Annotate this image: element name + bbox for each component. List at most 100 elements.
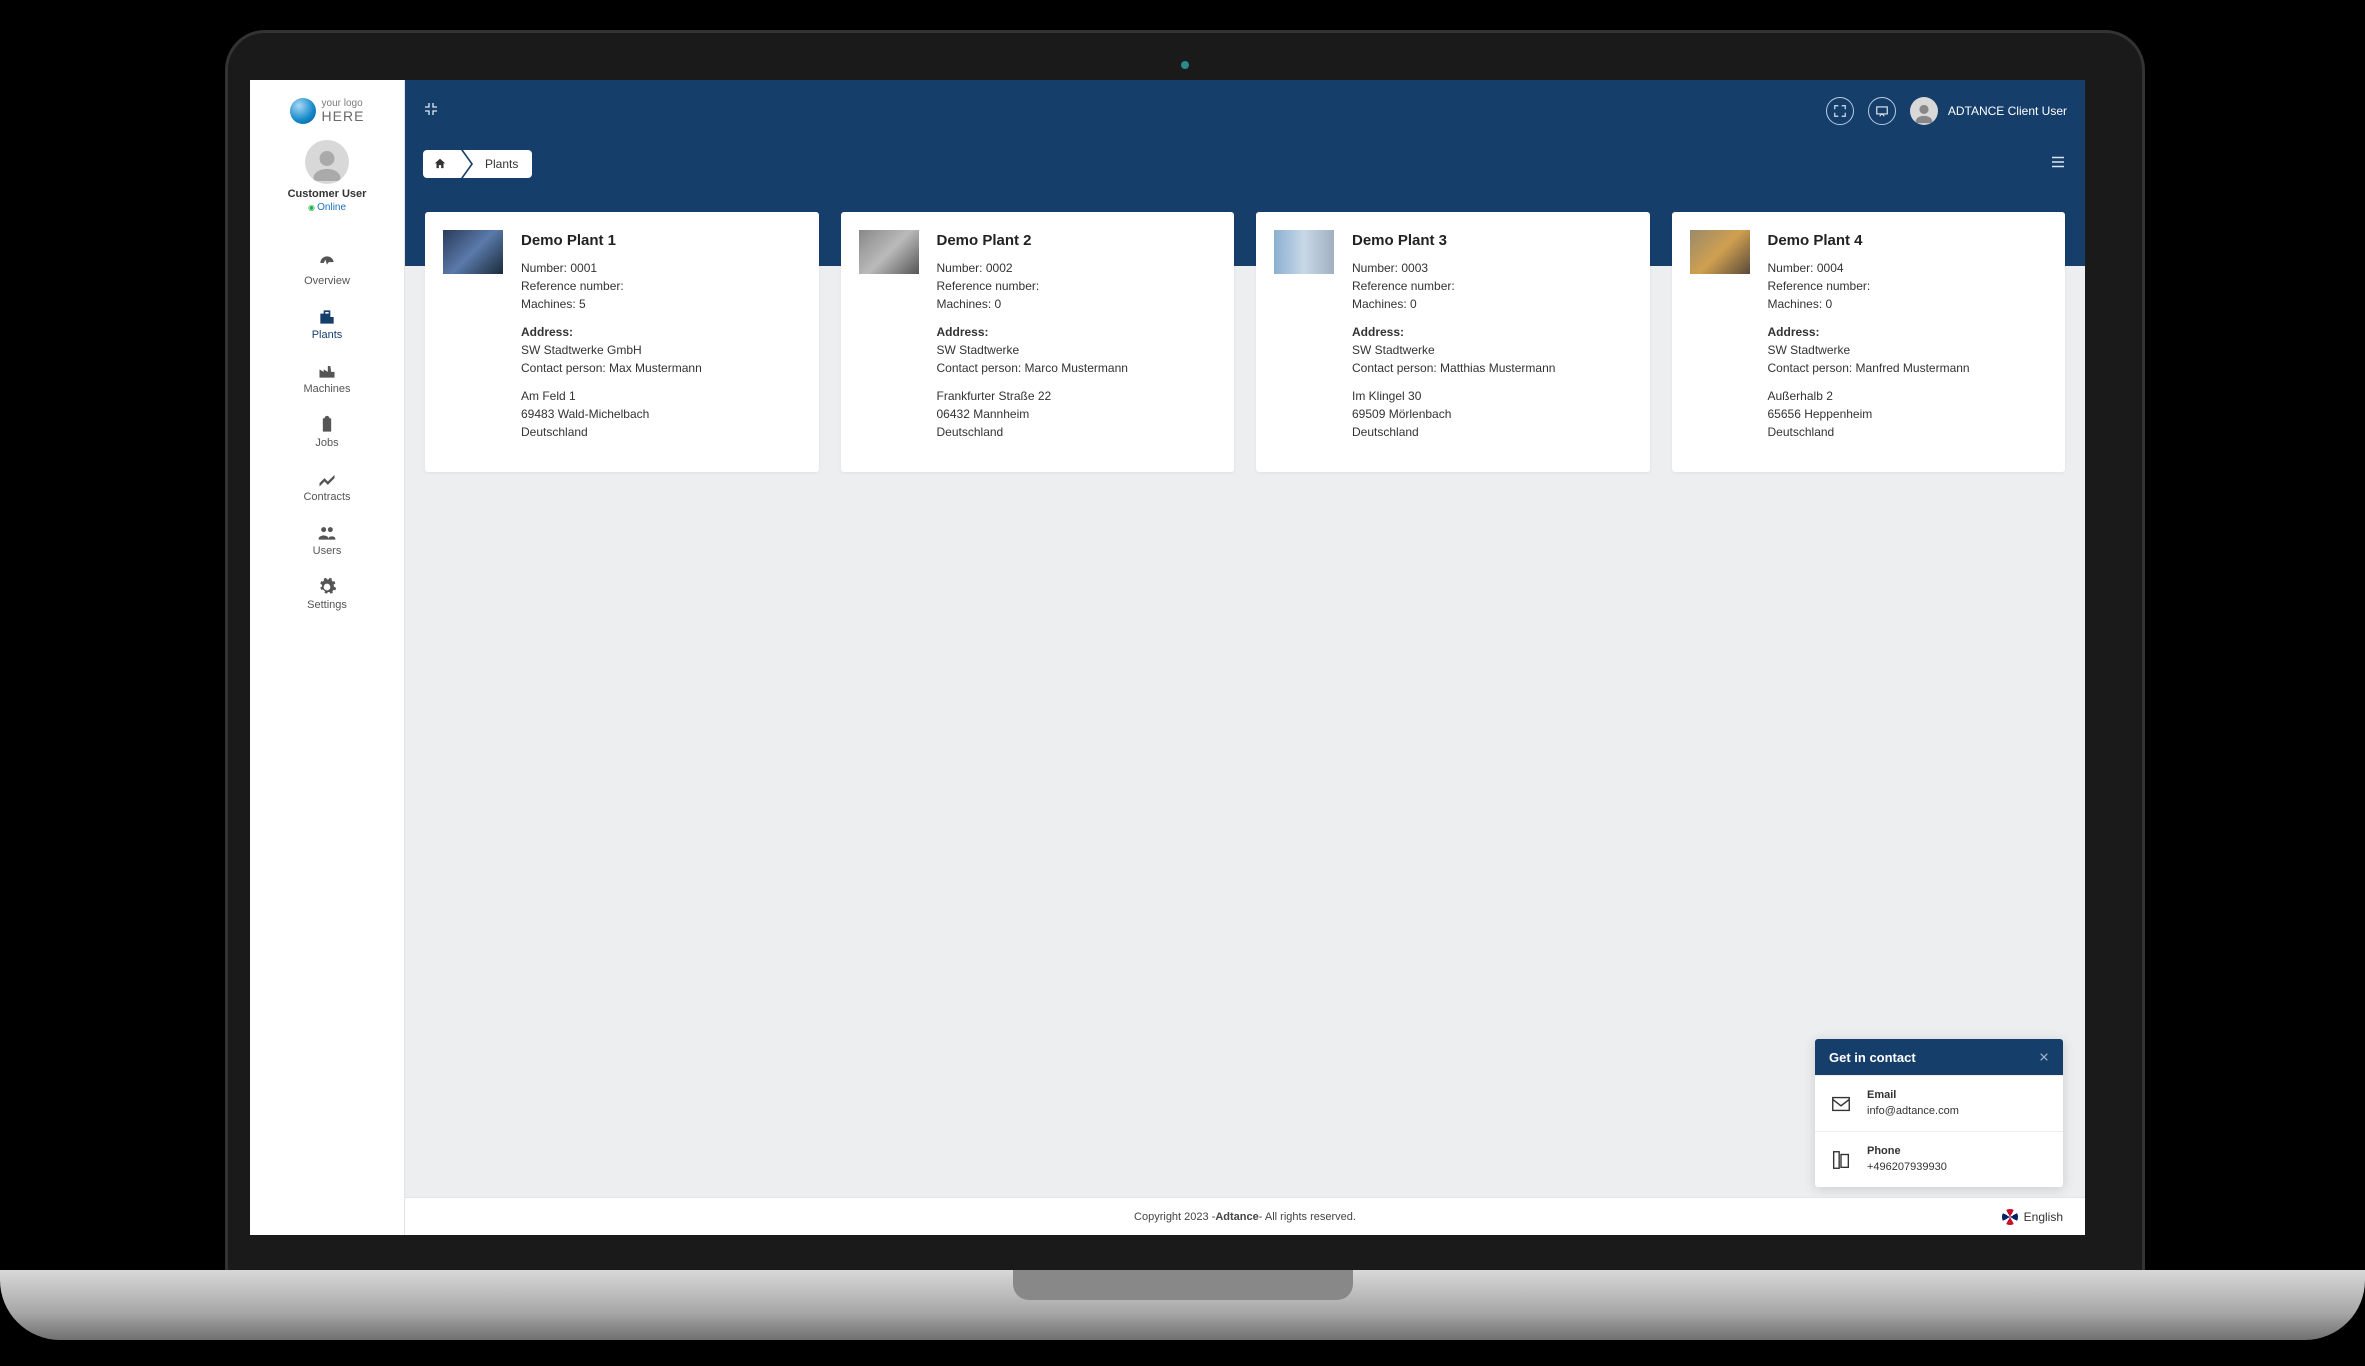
plant-city: 69509 Mörlenbach: [1352, 405, 1632, 423]
plant-machines: Machines: 0: [1352, 295, 1632, 313]
plant-country: Deutschland: [1768, 423, 2048, 441]
plant-street: Außerhalb 2: [1768, 387, 2048, 405]
phone-icon: [1829, 1149, 1853, 1171]
plant-machines: Machines: 5: [521, 295, 801, 313]
plant-card-body: Demo Plant 2 Number: 0002 Reference numb…: [937, 230, 1217, 452]
logo-line2: HERE: [322, 109, 365, 124]
breadcrumb: Plants: [405, 142, 2085, 186]
sidebar-avatar[interactable]: [305, 140, 349, 184]
sidebar-item-machines[interactable]: Machines: [250, 353, 404, 407]
signature-icon: [316, 469, 338, 489]
plant-country: Deutschland: [1352, 423, 1632, 441]
address-label: Address:: [1352, 323, 1632, 341]
topbar-user-name: ADTANCE Client User: [1948, 104, 2067, 118]
breadcrumb-current: Plants: [463, 150, 532, 178]
close-icon: [2039, 1052, 2049, 1062]
topbar-avatar: [1910, 97, 1938, 125]
plant-ref: Reference number:: [937, 277, 1217, 295]
plant-street: Frankfurter Straße 22: [937, 387, 1217, 405]
logo[interactable]: your logo HERE: [250, 92, 404, 130]
plant-company: SW Stadtwerke: [1768, 341, 2048, 359]
contact-close-button[interactable]: [2039, 1049, 2049, 1065]
plant-thumbnail: [859, 230, 919, 274]
sidebar-item-jobs[interactable]: Jobs: [250, 407, 404, 461]
plant-street: Am Feld 1: [521, 387, 801, 405]
contact-phone-label: Phone: [1867, 1144, 1947, 1159]
plant-card[interactable]: Demo Plant 3 Number: 0003 Reference numb…: [1256, 212, 1650, 472]
app-screen: your logo HERE Customer User Online Over…: [250, 80, 2085, 1235]
dashboard-icon: [316, 253, 338, 273]
plant-machines: Machines: 0: [1768, 295, 2048, 313]
fullscreen-button[interactable]: [1826, 97, 1854, 125]
plant-thumbnail: [443, 230, 503, 274]
nav: Overview Plants Machines Jobs Contracts …: [250, 245, 404, 623]
factory-icon: [316, 361, 338, 381]
email-icon: [1829, 1093, 1853, 1115]
contact-email-text: Email info@adtance.com: [1867, 1088, 1959, 1119]
plant-card[interactable]: Demo Plant 4 Number: 0004 Reference numb…: [1672, 212, 2066, 472]
plant-title: Demo Plant 3: [1352, 230, 1632, 253]
list-icon: [2049, 153, 2067, 171]
plant-number: Number: 0002: [937, 259, 1217, 277]
contact-email-row[interactable]: Email info@adtance.com: [1815, 1075, 2063, 1131]
nav-label: Machines: [250, 383, 404, 395]
sidebar: your logo HERE Customer User Online Over…: [250, 80, 405, 1235]
plant-contact: Contact person: Matthias Mustermann: [1352, 359, 1632, 377]
laptop-base: [0, 1270, 2365, 1340]
list-view-toggle[interactable]: [2049, 153, 2067, 176]
contact-title: Get in contact: [1829, 1050, 1916, 1065]
expand-icon: [1833, 104, 1847, 118]
address-label: Address:: [521, 323, 801, 341]
contact-phone-row[interactable]: Phone +496207939930: [1815, 1131, 2063, 1187]
plant-thumbnail: [1274, 230, 1334, 274]
plant-contact: Contact person: Max Mustermann: [521, 359, 801, 377]
contact-panel: Get in contact Email info@adtance.com Ph…: [1815, 1039, 2063, 1187]
contact-email-label: Email: [1867, 1088, 1959, 1103]
plant-country: Deutschland: [937, 423, 1217, 441]
sidebar-item-plants[interactable]: Plants: [250, 299, 404, 353]
gears-icon: [316, 577, 338, 597]
plant-ref: Reference number:: [521, 277, 801, 295]
user-icon: [1913, 103, 1935, 125]
laptop-notch: [1013, 1270, 1353, 1300]
sidebar-user-status: Online: [250, 202, 404, 213]
plant-company: SW Stadtwerke: [1352, 341, 1632, 359]
plant-number: Number: 0001: [521, 259, 801, 277]
sidebar-item-contracts[interactable]: Contracts: [250, 461, 404, 515]
address-label: Address:: [1768, 323, 2048, 341]
nav-label: Users: [250, 545, 404, 557]
sidebar-item-settings[interactable]: Settings: [250, 569, 404, 623]
plant-company: SW Stadtwerke: [937, 341, 1217, 359]
plant-card[interactable]: Demo Plant 2 Number: 0002 Reference numb…: [841, 212, 1235, 472]
sidebar-item-overview[interactable]: Overview: [250, 245, 404, 299]
plant-contact: Contact person: Marco Mustermann: [937, 359, 1217, 377]
logo-text: your logo HERE: [322, 98, 365, 124]
contact-phone-value: +496207939930: [1867, 1160, 1947, 1175]
topbar-user[interactable]: ADTANCE Client User: [1910, 97, 2067, 125]
plant-city: 65656 Heppenheim: [1768, 405, 2048, 423]
sidebar-item-users[interactable]: Users: [250, 515, 404, 569]
plant-number: Number: 0003: [1352, 259, 1632, 277]
plant-country: Deutschland: [521, 423, 801, 441]
plant-city: 69483 Wald-Michelbach: [521, 405, 801, 423]
plant-number: Number: 0004: [1768, 259, 2048, 277]
footer-brand: Adtance: [1215, 1211, 1258, 1223]
footer-copyright-right: - All rights reserved.: [1259, 1211, 1356, 1223]
collapse-sidebar-icon[interactable]: [423, 101, 439, 122]
breadcrumb-home[interactable]: [423, 150, 461, 178]
presentation-button[interactable]: [1868, 97, 1896, 125]
plant-title: Demo Plant 4: [1768, 230, 2048, 253]
plant-city: 06432 Mannheim: [937, 405, 1217, 423]
nav-label: Overview: [250, 275, 404, 287]
plant-card[interactable]: Demo Plant 1 Number: 0001 Reference numb…: [425, 212, 819, 472]
sidebar-user-role: Customer User: [250, 188, 404, 200]
plant-ref: Reference number:: [1768, 277, 2048, 295]
logo-icon: [290, 98, 316, 124]
presentation-icon: [1875, 104, 1889, 118]
language-selector[interactable]: English: [2002, 1209, 2063, 1225]
building-icon: [316, 307, 338, 327]
flag-uk-icon: [2002, 1209, 2018, 1225]
plant-street: Im Klingel 30: [1352, 387, 1632, 405]
plant-ref: Reference number:: [1352, 277, 1632, 295]
language-label: English: [2024, 1210, 2063, 1224]
